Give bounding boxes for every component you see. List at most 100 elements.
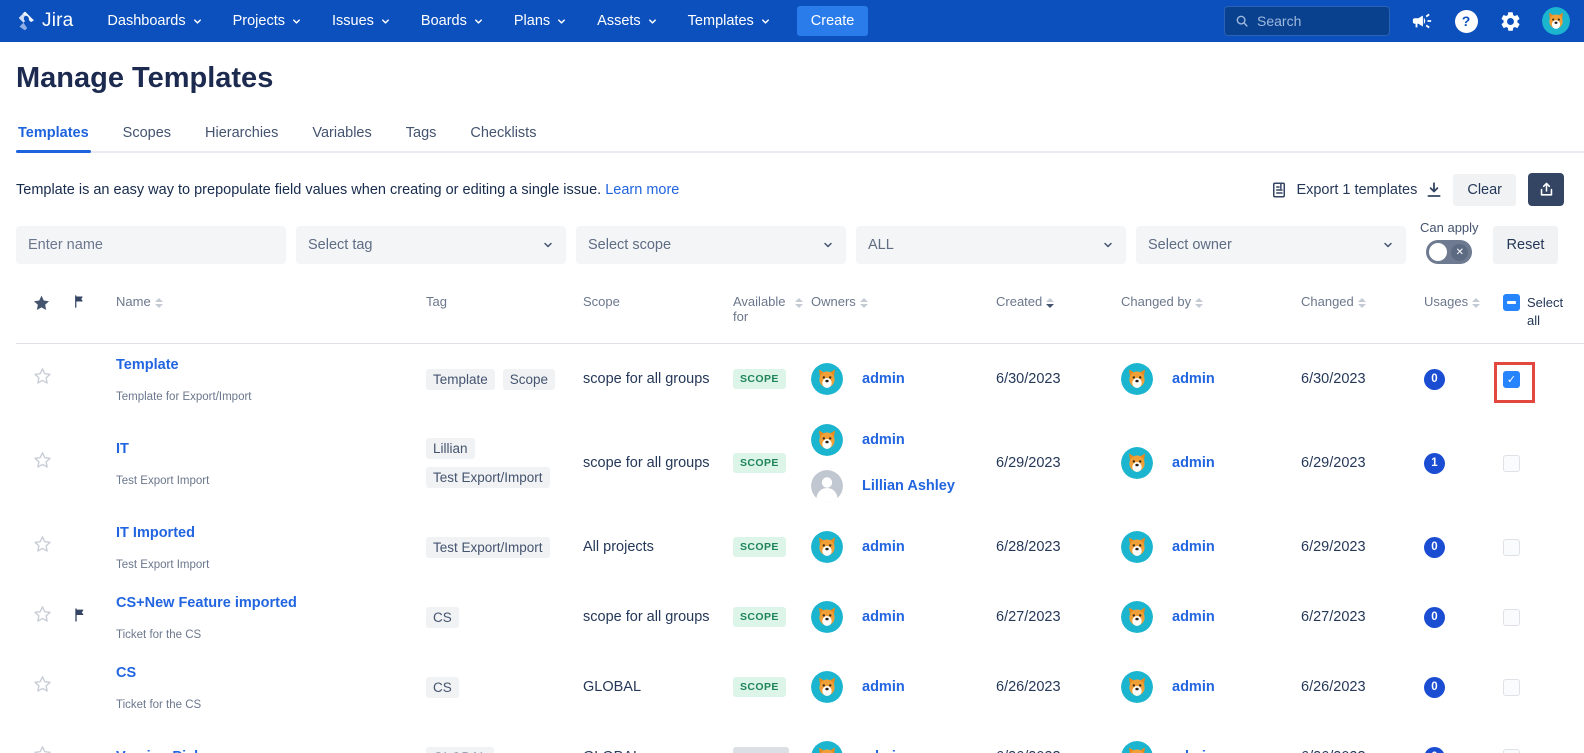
available-for-select[interactable]: ALL: [856, 226, 1126, 264]
tag-filter-select[interactable]: Select tag: [296, 226, 566, 264]
owners-cell: admin: [811, 741, 996, 753]
template-description: Ticket for the CS: [116, 699, 426, 711]
global-search[interactable]: [1224, 6, 1390, 36]
reset-button[interactable]: Reset: [1493, 226, 1559, 264]
owner-name-link[interactable]: admin: [1172, 749, 1215, 753]
header-owners[interactable]: Owners: [811, 294, 996, 309]
header-changed-by[interactable]: Changed by: [1121, 294, 1301, 309]
nav-menu-item[interactable]: Issues: [332, 13, 391, 29]
owner-entry: admin: [1121, 531, 1301, 563]
row-checkbox[interactable]: [1503, 749, 1520, 753]
header-name[interactable]: Name: [116, 294, 426, 309]
share-export-button[interactable]: [1528, 173, 1564, 206]
template-name-link[interactable]: Template: [116, 357, 179, 373]
row-checkbox[interactable]: [1503, 609, 1520, 626]
sort-icon: [1358, 298, 1366, 308]
chevron-down-icon: [380, 16, 391, 27]
owner-name-link[interactable]: admin: [862, 539, 905, 555]
tab-variables[interactable]: Variables: [310, 119, 373, 151]
header-changed[interactable]: Changed: [1301, 294, 1424, 309]
owner-name-link[interactable]: admin: [862, 432, 905, 448]
tab-scopes[interactable]: Scopes: [121, 119, 173, 151]
owner-name-link[interactable]: admin: [862, 679, 905, 695]
favorite-star-icon[interactable]: [32, 674, 72, 700]
nav-menu-item[interactable]: Plans: [514, 13, 567, 29]
changed-cell: 6/29/2023: [1301, 539, 1424, 555]
learn-more-link[interactable]: Learn more: [605, 182, 679, 198]
tags-cell: GLOBAL: [426, 747, 583, 753]
row-checkbox[interactable]: [1503, 455, 1520, 472]
favorite-star-icon[interactable]: [32, 604, 72, 630]
tab-tags[interactable]: Tags: [404, 119, 439, 151]
owner-name-link[interactable]: admin: [1172, 609, 1215, 625]
owner-entry: admin: [811, 363, 996, 395]
nav-menu-item[interactable]: Assets: [597, 13, 658, 29]
create-button[interactable]: Create: [797, 6, 869, 36]
row-checkbox[interactable]: [1503, 679, 1520, 696]
select-cell: [1503, 539, 1584, 556]
header-created[interactable]: Created: [996, 294, 1121, 309]
export-label: Export 1 templates: [1296, 182, 1417, 198]
can-apply-toggle[interactable]: ✕: [1426, 240, 1472, 264]
tag-chip: Lillian: [426, 438, 475, 459]
owner-name-link[interactable]: admin: [862, 749, 905, 753]
nav-menu-item[interactable]: Projects: [233, 13, 302, 29]
template-name-cell: Version Picker: [116, 748, 426, 753]
clear-button[interactable]: Clear: [1453, 174, 1516, 206]
flag-column-flag-icon[interactable]: [72, 294, 116, 309]
select-cell: [1503, 749, 1584, 753]
name-filter[interactable]: [16, 226, 286, 264]
nav-menu-item[interactable]: Templates: [688, 13, 771, 29]
owner-name-link[interactable]: admin: [862, 371, 905, 387]
chevron-down-icon: [1382, 239, 1394, 251]
template-name-link[interactable]: CS: [116, 665, 136, 681]
nav-menu-item[interactable]: Dashboards: [107, 13, 202, 29]
can-apply-group: Can apply ✕: [1420, 220, 1479, 264]
user-avatar[interactable]: [1542, 7, 1570, 35]
favorite-star-icon[interactable]: [32, 366, 72, 392]
help-icon[interactable]: ?: [1454, 9, 1478, 33]
template-name-link[interactable]: Version Picker: [116, 749, 216, 753]
select-all-checkbox[interactable]: [1503, 294, 1520, 311]
template-name-link[interactable]: IT: [116, 441, 129, 457]
header-usages[interactable]: Usages: [1424, 294, 1503, 309]
header-available-for[interactable]: Available for: [733, 294, 811, 324]
tab-templates[interactable]: Templates: [16, 119, 91, 151]
owner-filter-select[interactable]: Select owner: [1136, 226, 1406, 264]
owner-name-link[interactable]: admin: [1172, 679, 1215, 695]
template-name-link[interactable]: IT Imported: [116, 525, 195, 541]
nav-right-group: ?: [1224, 6, 1570, 36]
owner-avatar: [811, 531, 843, 563]
table-row: CS+New Feature imported Ticket for the C…: [16, 582, 1584, 652]
template-description: Test Export Import: [116, 559, 426, 571]
scope-filter-select[interactable]: Select scope: [576, 226, 846, 264]
row-checkbox[interactable]: [1503, 539, 1520, 556]
owner-name-link[interactable]: admin: [1172, 371, 1215, 387]
tab-hierarchies[interactable]: Hierarchies: [203, 119, 280, 151]
flag-icon[interactable]: [72, 607, 116, 628]
owner-entry: admin: [1121, 741, 1301, 753]
jira-logo[interactable]: Jira: [14, 10, 73, 32]
usages-badge: 0: [1424, 747, 1445, 753]
tag-chip: Scope: [503, 369, 555, 390]
owner-name-link[interactable]: admin: [862, 609, 905, 625]
nav-item-label: Dashboards: [107, 13, 185, 29]
owner-name-link[interactable]: admin: [1172, 455, 1215, 471]
row-checkbox[interactable]: ✓: [1503, 371, 1520, 388]
settings-gear-icon[interactable]: [1498, 9, 1522, 33]
favorite-star-icon[interactable]: [32, 744, 72, 753]
name-filter-input[interactable]: [28, 237, 274, 253]
nav-menu-item[interactable]: Boards: [421, 13, 484, 29]
template-name-link[interactable]: CS+New Feature imported: [116, 595, 297, 611]
owner-name-link[interactable]: admin: [1172, 539, 1215, 555]
tab-checklists[interactable]: Checklists: [468, 119, 538, 151]
favorite-column-star-icon[interactable]: [32, 294, 72, 313]
owner-name-link[interactable]: Lillian Ashley: [862, 478, 955, 494]
favorite-star-icon[interactable]: [32, 534, 72, 560]
search-input[interactable]: [1257, 13, 1379, 29]
favorite-star-icon[interactable]: [32, 450, 72, 476]
tag-filter-value: Select tag: [308, 237, 373, 253]
export-templates-button[interactable]: Export 1 templates: [1270, 181, 1443, 199]
announcements-icon[interactable]: [1410, 9, 1434, 33]
owner-avatar: [1121, 447, 1153, 479]
